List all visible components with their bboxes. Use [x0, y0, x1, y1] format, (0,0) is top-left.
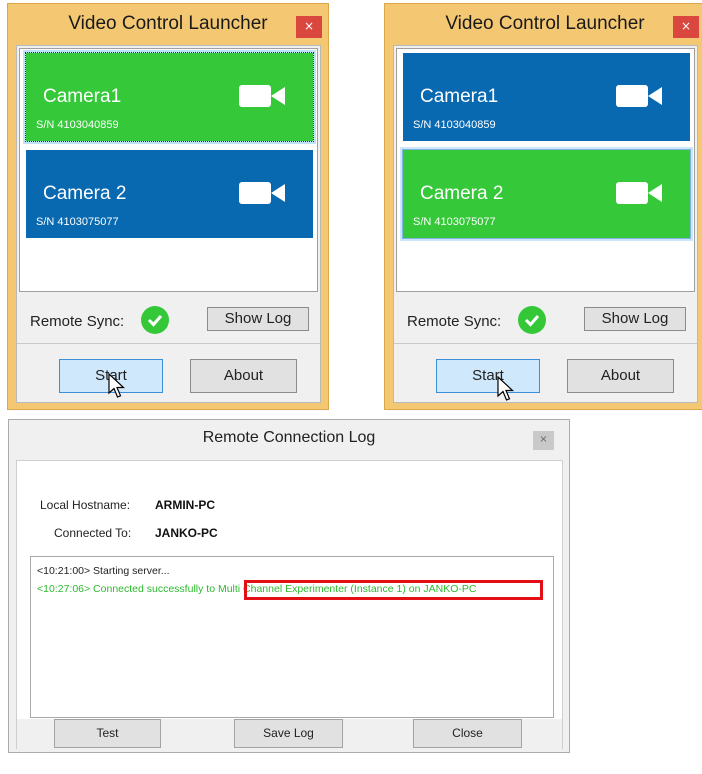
- local-hostname-label: Local Hostname:: [40, 498, 131, 512]
- camera-card-2[interactable]: Camera 2 S/N 4103075077: [26, 150, 313, 238]
- start-button[interactable]: Start: [436, 359, 540, 393]
- save-log-button[interactable]: Save Log: [234, 719, 343, 748]
- camera-name: Camera1: [43, 86, 122, 107]
- highlight-box: [244, 580, 543, 600]
- window-title: Video Control Launcher: [68, 13, 268, 34]
- remote-sync-label: Remote Sync:: [30, 313, 125, 330]
- launcher-window-right: Video Control Launcher × Camera1 S/N 410…: [384, 3, 702, 410]
- title-bar[interactable]: Video Control Launcher ×: [385, 4, 702, 44]
- camera-list: Camera1 S/N 4103040859 Camera 2 S/N 4103…: [396, 48, 695, 292]
- close-button[interactable]: ×: [296, 16, 322, 38]
- mouse-pointer-icon: [497, 376, 515, 401]
- log-panel: Local Hostname: ARMIN-PC Connected To: J…: [16, 460, 563, 751]
- title-bar[interactable]: Video Control Launcher ×: [8, 4, 328, 44]
- show-log-button[interactable]: Show Log: [207, 307, 309, 331]
- camera-serial: S/N 4103075077: [413, 216, 496, 228]
- camera-name: Camera 2: [420, 183, 504, 204]
- sync-ok-check-icon: [141, 306, 169, 334]
- about-button[interactable]: About: [567, 359, 674, 393]
- divider: [394, 343, 697, 344]
- camera-list: Camera1 S/N 4103040859 Camera 2 S/N 4103…: [19, 48, 318, 292]
- close-button[interactable]: ×: [673, 16, 699, 38]
- divider: [17, 343, 320, 344]
- camera-card-2[interactable]: Camera 2 S/N 4103075077: [402, 149, 691, 239]
- test-button[interactable]: Test: [54, 719, 161, 748]
- close-button[interactable]: ×: [533, 431, 554, 450]
- sync-ok-check-icon: [518, 306, 546, 334]
- camera-serial: S/N 4103040859: [413, 119, 496, 131]
- camera-name: Camera 2: [43, 183, 127, 204]
- log-line: <10:21:00> Starting server...: [37, 565, 170, 577]
- camera-card-1[interactable]: Camera1 S/N 4103040859: [25, 52, 314, 142]
- video-camera-icon: [616, 85, 662, 107]
- connected-to-value: JANKO-PC: [155, 526, 218, 540]
- window-title: Remote Connection Log: [202, 429, 376, 446]
- close-log-button[interactable]: Close: [413, 719, 522, 748]
- video-camera-icon: [616, 182, 662, 204]
- log-output[interactable]: <10:21:00> Starting server... <10:27:06>…: [30, 556, 554, 718]
- camera-serial: S/N 4103040859: [36, 119, 119, 131]
- mouse-pointer-icon: [108, 373, 126, 398]
- launcher-body: Camera1 S/N 4103040859 Camera 2 S/N 4103…: [16, 45, 321, 403]
- launcher-body: Camera1 S/N 4103040859 Camera 2 S/N 4103…: [393, 45, 698, 403]
- local-hostname-value: ARMIN-PC: [155, 498, 215, 512]
- video-camera-icon: [239, 182, 285, 204]
- video-camera-icon: [239, 85, 285, 107]
- connected-to-label: Connected To:: [54, 526, 132, 540]
- remote-sync-label: Remote Sync:: [407, 313, 502, 330]
- camera-serial: S/N 4103075077: [36, 216, 119, 228]
- window-title: Video Control Launcher: [445, 13, 645, 34]
- remote-connection-log-window: Remote Connection Log × Local Hostname: …: [8, 419, 570, 753]
- camera-name: Camera1: [420, 86, 499, 107]
- camera-card-1[interactable]: Camera1 S/N 4103040859: [403, 53, 690, 141]
- about-button[interactable]: About: [190, 359, 297, 393]
- launcher-window-left: Video Control Launcher × Camera1 S/N 410…: [7, 3, 329, 410]
- show-log-button[interactable]: Show Log: [584, 307, 686, 331]
- button-bar: Test Save Log Close: [17, 719, 562, 751]
